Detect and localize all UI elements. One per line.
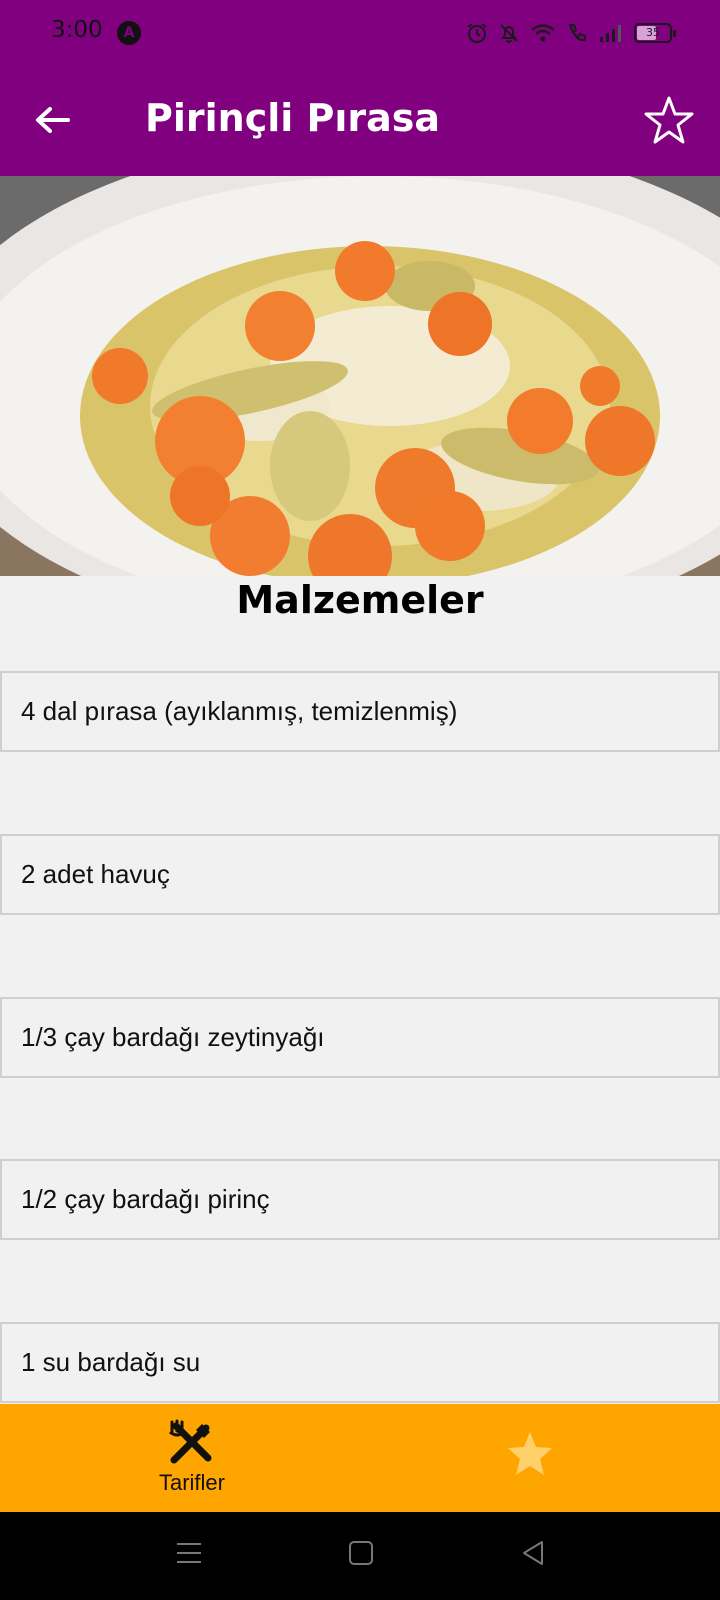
fork-knife-icon bbox=[169, 1419, 212, 1464]
status-icons: 35 bbox=[466, 18, 676, 48]
wifi-icon bbox=[531, 24, 555, 42]
dish-photo bbox=[0, 176, 720, 576]
signal-icon bbox=[600, 25, 621, 42]
alarm-icon bbox=[467, 23, 487, 43]
star-outline-icon bbox=[644, 96, 694, 144]
ingredient-item[interactable]: 1 su bardağı su bbox=[0, 1322, 720, 1403]
menu-icon[interactable] bbox=[174, 1538, 204, 1568]
ingredient-item[interactable]: 4 dal pırasa (ayıklanmış, temizlenmiş) bbox=[0, 671, 720, 752]
bottom-navigation: Tarifler bbox=[0, 1404, 720, 1512]
favorite-button[interactable] bbox=[642, 94, 696, 148]
app-bar: Pirinçli Pırasa bbox=[0, 68, 720, 176]
star-icon bbox=[508, 1432, 552, 1475]
ingredients-title: Malzemeler bbox=[236, 578, 484, 622]
battery-level: 35 bbox=[646, 26, 660, 39]
battery-icon: 35 bbox=[634, 23, 676, 43]
app-badge-icon: A bbox=[117, 21, 141, 45]
status-bar: 3:00 A 35 bbox=[0, 0, 720, 68]
status-time: 3:00 bbox=[51, 17, 103, 43]
nav-label-recipes: Tarifler bbox=[158, 1470, 225, 1495]
call-icon bbox=[568, 24, 586, 42]
back-button[interactable] bbox=[28, 98, 76, 146]
bell-off-icon bbox=[500, 24, 518, 43]
ingredient-item[interactable]: 1/2 çay bardağı pirinç bbox=[0, 1159, 720, 1240]
nav-tab-recipes[interactable]: Tarifler bbox=[92, 1404, 292, 1512]
home-icon[interactable] bbox=[346, 1538, 376, 1568]
system-navigation-bar bbox=[0, 1512, 720, 1600]
page-title: Pirinçli Pırasa bbox=[145, 96, 441, 140]
ingredient-item[interactable]: 2 adet havuç bbox=[0, 834, 720, 915]
arrow-left-icon bbox=[36, 107, 70, 133]
ingredient-item[interactable]: 1/3 çay bardağı zeytinyağı bbox=[0, 997, 720, 1078]
nav-tab-favorites[interactable] bbox=[428, 1404, 628, 1512]
recipe-image bbox=[0, 176, 720, 576]
back-triangle-icon[interactable] bbox=[518, 1538, 548, 1568]
